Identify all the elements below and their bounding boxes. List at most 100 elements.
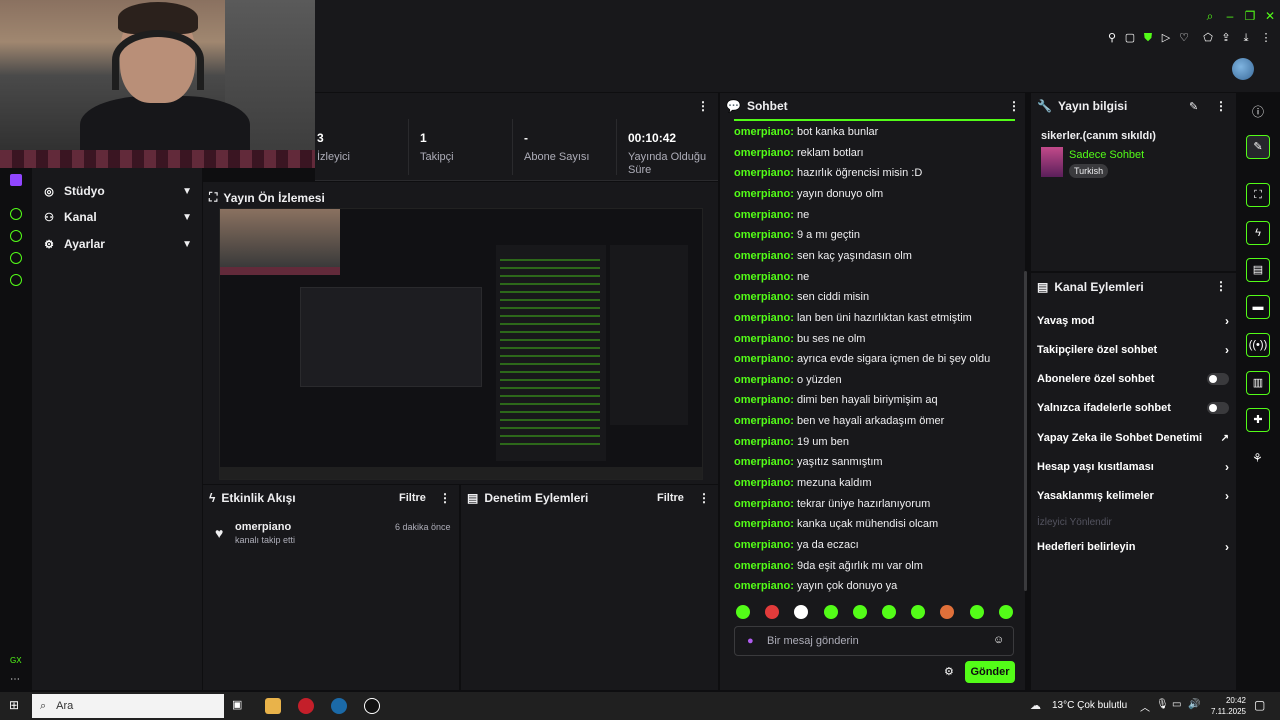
info-icon[interactable]: ⓘ [1252,103,1264,120]
edit-icon[interactable]: ✎ [1246,135,1270,159]
chat-icon[interactable]: ▬ [1246,295,1270,319]
maximize-icon[interactable]: ❐ [1242,8,1258,24]
channel-action-item[interactable]: Yasaklanmış kelimeler › [1037,486,1229,506]
chat-username[interactable]: omerpiano: [734,167,794,179]
scrollbar[interactable] [1024,271,1027,591]
download-icon[interactable]: ⤓ [1238,30,1254,46]
shield-icon[interactable]: ⛊ [1140,30,1156,46]
nav-item-studio[interactable]: ◎ Stüdyo ▼ [42,178,192,204]
channel-action-item[interactable]: Abonelere özel sohbet [1037,369,1229,389]
broadcast-icon[interactable]: ((•)) [1246,333,1270,357]
nav-item-settings[interactable]: ⚙ Ayarlar ▼ [42,231,192,257]
minimize-icon[interactable]: – [1222,8,1238,24]
heart-icon[interactable]: ♡ [1176,30,1192,46]
channel-action-item[interactable]: Yavaş mod › [1037,311,1229,331]
volume-icon[interactable]: 🔊 [1188,699,1200,710]
kebab-menu-icon[interactable]: ⋮ [698,491,710,505]
network-icon[interactable]: ▭ [1172,699,1181,710]
pin-icon[interactable]: ⚲ [1104,30,1120,46]
obs-icon[interactable] [364,698,380,714]
chat-username[interactable]: omerpiano: [734,539,794,551]
extensions-icon[interactable]: ⬠ [1200,30,1216,46]
nav-item-channel[interactable]: ⚇ Kanal ▼ [42,204,192,230]
mic-icon[interactable]: 🎙 [1156,699,1169,710]
kebab-menu-icon[interactable]: ⋮ [439,491,451,505]
emote-icon[interactable] [823,605,838,619]
chat-username[interactable]: omerpiano: [734,209,794,221]
emote-icon[interactable] [911,605,926,619]
channel-action-item[interactable]: Yalnızca ifadelerle sohbet [1037,398,1229,418]
stream-preview-video[interactable] [219,208,703,480]
task-view-icon[interactable]: ▣ [232,698,248,714]
activity-icon[interactable]: ▥ [1246,371,1270,395]
close-icon[interactable]: ✕ [1262,8,1278,24]
notification-icon[interactable]: ▢ [1254,698,1265,712]
kebab-menu-icon[interactable]: ⋮ [1215,279,1227,293]
share-icon[interactable]: ⇪ [1218,30,1234,46]
avatar[interactable] [1232,58,1254,80]
chevron-up-icon[interactable]: ︿ [1140,699,1150,714]
twitch-icon[interactable] [10,174,22,186]
channel-action-item[interactable]: Hesap yaşı kısıtlaması › [1037,457,1229,477]
emote-icon[interactable] [794,605,809,619]
bolt-icon[interactable]: ϟ [1246,221,1270,245]
kebab-menu-icon[interactable]: ⋮ [1008,99,1020,113]
emote-icon[interactable] [852,605,867,619]
clock-icon[interactable] [10,230,22,242]
filter-button[interactable]: Filtre [399,492,426,504]
chat-username[interactable]: omerpiano: [734,229,794,241]
more-icon[interactable]: ⋯ [10,674,20,685]
chat-username[interactable]: omerpiano: [734,518,794,530]
chat-username[interactable]: omerpiano: [734,415,794,427]
chat-username[interactable]: omerpiano: [734,580,794,592]
chat-username[interactable]: omerpiano: [734,353,794,365]
chat-username[interactable]: omerpiano: [734,147,794,159]
play-circle-icon[interactable] [10,208,22,220]
gear-icon[interactable]: ⚙ [944,665,954,678]
channel-action-item[interactable]: Takipçilere özel sohbet › [1037,340,1229,360]
emoji-icon[interactable]: ☺ [993,634,1004,646]
preview-icon[interactable]: ⛶ [1246,183,1270,207]
bookmark-icon[interactable]: ▢ [1122,30,1138,46]
chat-username[interactable]: omerpiano: [734,271,794,283]
chat-username[interactable]: omerpiano: [734,374,794,386]
category-link[interactable]: Sadece Sohbet [1069,149,1144,161]
emote-icon[interactable] [736,605,750,619]
kebab-menu-icon[interactable]: ⋮ [697,99,709,113]
settings-icon[interactable] [10,274,22,286]
play-icon[interactable]: ▷ [1158,30,1174,46]
chat-username[interactable]: omerpiano: [734,560,794,572]
wrench-icon[interactable]: ✚ [1246,408,1270,432]
emote-icon[interactable] [765,605,780,619]
chat-username[interactable]: omerpiano: [734,188,794,200]
weather-text[interactable]: 13°C Çok bulutlu [1052,700,1127,711]
kebab-menu-icon[interactable]: ⋮ [1215,99,1227,113]
opera-gx-icon[interactable] [298,698,314,714]
event-user[interactable]: omerpiano [235,521,291,533]
filter-button[interactable]: Filtre [657,492,684,504]
search-icon[interactable]: ⌕ [1202,8,1218,24]
emote-icon[interactable] [998,605,1013,619]
chat-username[interactable]: omerpiano: [734,250,794,262]
emote-icon[interactable] [882,605,896,619]
menu-icon[interactable]: ⋮ [1258,30,1274,46]
emote-icon[interactable] [969,605,984,619]
gx-icon[interactable]: GX [10,656,22,665]
edit-icon[interactable]: ✎ [1189,100,1198,113]
chat-username[interactable]: omerpiano: [734,394,794,406]
add-widget-icon[interactable]: ⚘ [1252,451,1263,465]
send-button[interactable]: Gönder [965,661,1015,683]
mic-icon[interactable]: ● [747,635,754,647]
emote-icon[interactable] [940,605,955,619]
channel-action-item[interactable]: Yapay Zeka ile Sohbet Denetimi ↗ [1037,428,1229,448]
puzzle-icon[interactable] [10,252,22,264]
chat-username[interactable]: omerpiano: [734,477,794,489]
chat-username[interactable]: omerpiano: [734,126,794,138]
file-explorer-icon[interactable] [265,698,281,714]
steam-icon[interactable] [331,698,347,714]
chat-username[interactable]: omerpiano: [734,333,794,345]
chat-username[interactable]: omerpiano: [734,291,794,303]
chat-username[interactable]: omerpiano: [734,436,794,448]
chat-username[interactable]: omerpiano: [734,498,794,510]
chat-username[interactable]: omerpiano: [734,456,794,468]
